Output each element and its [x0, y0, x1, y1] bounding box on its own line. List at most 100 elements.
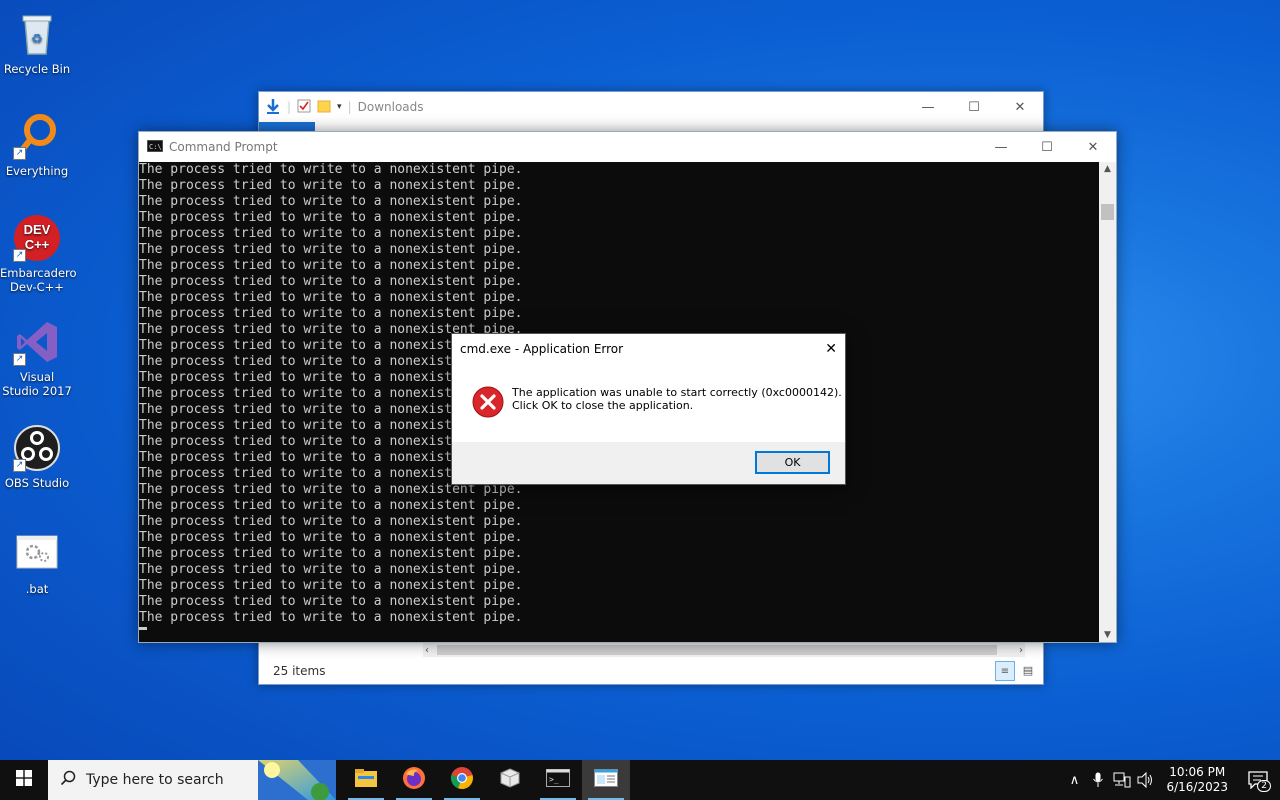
file-explorer-icon — [354, 768, 378, 792]
shortcut-arrow-icon: ↗ — [13, 353, 26, 366]
taskbar-app-file-explorer[interactable] — [342, 760, 390, 800]
console-line: The process tried to write to a nonexist… — [139, 242, 523, 257]
clock-time: 10:06 PM — [1169, 765, 1226, 779]
console-line: The process tried to write to a nonexist… — [139, 162, 523, 177]
taskbar: Type here to search >_ ∧ 10:06 PM 6/16/2… — [0, 760, 1280, 800]
search-icon — [60, 770, 76, 790]
error-message-line2: Click OK to close the application. — [512, 399, 694, 412]
chevron-up-icon[interactable]: ∧ — [1062, 760, 1086, 800]
command-prompt-icon: C:\ — [146, 139, 164, 155]
scroll-up-icon[interactable]: ▲ — [1104, 164, 1111, 174]
console-line: The process tried to write to a nonexist… — [139, 514, 523, 529]
item-count: 25 items — [273, 664, 326, 678]
minimize-button[interactable]: — — [905, 92, 951, 122]
shortcut-arrow-icon: ↗ — [13, 459, 26, 472]
desktop-icon-bat-file[interactable]: .bat — [0, 530, 74, 596]
large-icons-view-icon[interactable]: ▤ — [1019, 661, 1037, 679]
maximize-button[interactable]: ☐ — [1024, 132, 1070, 162]
scroll-right-icon[interactable]: › — [1019, 645, 1023, 656]
volume-icon[interactable] — [1134, 760, 1158, 800]
search-placeholder: Type here to search — [86, 772, 224, 788]
console-line: The process tried to write to a nonexist… — [139, 498, 523, 513]
svg-text:C++: C++ — [25, 237, 50, 252]
notification-center-icon[interactable]: 2 — [1236, 760, 1280, 800]
network-icon[interactable] — [1110, 760, 1134, 800]
system-tray: ∧ 10:06 PM 6/16/2023 2 — [1062, 760, 1280, 800]
firefox-icon — [402, 766, 426, 794]
taskbar-app-command-prompt[interactable]: >_ — [534, 760, 582, 800]
devcpp-icon: DEV C++ ↗ — [13, 214, 61, 262]
microphone-icon[interactable] — [1086, 760, 1110, 800]
command-prompt-icon: >_ — [546, 769, 570, 791]
clock-date: 6/16/2023 — [1166, 780, 1228, 794]
maximize-button[interactable]: ☐ — [951, 92, 997, 122]
console-line: The process tried to write to a nonexist… — [139, 274, 523, 289]
console-line: The process tried to write to a nonexist… — [139, 578, 523, 593]
desktop-icon-everything[interactable]: ↗ Everything — [0, 112, 74, 178]
dialog-title: cmd.exe - Application Error — [460, 342, 624, 356]
desktop-icon-devcpp[interactable]: DEV C++ ↗ Embarcadero Dev-C++ — [0, 214, 77, 294]
close-button[interactable]: ✕ — [997, 92, 1043, 122]
console-line: The process tried to write to a nonexist… — [139, 226, 523, 241]
chrome-icon — [450, 766, 474, 794]
desktop-icon-label: Everything — [5, 164, 69, 178]
cmd-title: Command Prompt — [169, 140, 278, 154]
taskbar-app-chrome[interactable] — [438, 760, 486, 800]
desktop-icon-recycle-bin[interactable]: ♻ Recycle Bin — [0, 10, 74, 76]
details-view-icon[interactable]: ≡ — [995, 661, 1015, 681]
console-line: The process tried to write to a nonexist… — [139, 562, 523, 577]
scrollbar-thumb[interactable] — [1101, 204, 1114, 220]
desktop-icon-label: .bat — [25, 582, 49, 596]
download-arrow-icon[interactable] — [265, 98, 281, 117]
scroll-left-icon[interactable]: ‹ — [425, 645, 429, 656]
desktop-icon-obs-studio[interactable]: ↗ OBS Studio — [0, 424, 74, 490]
desktop-icon-visual-studio[interactable]: ↗ Visual Studio 2017 — [0, 318, 74, 398]
package-box-icon — [499, 767, 521, 793]
dialog-close-button[interactable]: ✕ — [825, 341, 837, 357]
desktop-icon-label: Visual Studio 2017 — [2, 370, 72, 398]
dialog-titlebar[interactable]: cmd.exe - Application Error ✕ — [452, 334, 845, 364]
application-error-dialog[interactable]: cmd.exe - Application Error ✕ The applic… — [451, 333, 846, 485]
properties-check-icon[interactable] — [297, 99, 311, 116]
console-line: The process tried to write to a nonexist… — [139, 210, 523, 225]
console-line: The process tried to write to a nonexist… — [139, 546, 523, 561]
cmd-titlebar[interactable]: C:\ Command Prompt — ☐ ✕ — [139, 132, 1116, 162]
batch-file-icon — [13, 530, 61, 578]
close-button[interactable]: ✕ — [1070, 132, 1116, 162]
taskbar-app-firefox[interactable] — [390, 760, 438, 800]
new-folder-icon[interactable] — [317, 99, 331, 116]
application-window-icon — [594, 769, 618, 791]
everything-search-icon: ↗ — [13, 112, 61, 160]
chevron-down-icon[interactable]: ▾ — [337, 102, 342, 112]
explorer-titlebar[interactable]: | ▾ | Downloads — ☐ ✕ — [259, 92, 1043, 122]
error-message-line1: The application was unable to start corr… — [512, 386, 842, 399]
desktop-icon-label: OBS Studio — [4, 476, 70, 490]
taskbar-app-notepad[interactable] — [582, 760, 630, 800]
taskbar-app-package[interactable] — [486, 760, 534, 800]
console-line: The process tried to write to a nonexist… — [139, 530, 523, 545]
svg-text:>_: >_ — [549, 775, 559, 784]
scrollbar-thumb[interactable] — [437, 645, 997, 655]
taskbar-search-box[interactable]: Type here to search — [48, 760, 336, 800]
console-line: The process tried to write to a nonexist… — [139, 178, 523, 193]
console-line: The process tried to write to a nonexist… — [139, 194, 523, 209]
desktop-icon-label: Embarcadero Dev-C++ — [0, 266, 77, 294]
system-clock[interactable]: 10:06 PM 6/16/2023 — [1166, 765, 1228, 795]
vertical-scrollbar[interactable]: ▲ ▼ — [1099, 162, 1116, 642]
shortcut-arrow-icon: ↗ — [13, 249, 26, 262]
recycle-bin-icon: ♻ — [13, 10, 61, 58]
horizontal-scrollbar[interactable]: ‹ › — [423, 643, 1025, 657]
console-line: The process tried to write to a nonexist… — [139, 594, 523, 609]
explorer-title: Downloads — [357, 100, 424, 114]
search-highlight-image — [258, 760, 336, 800]
scroll-down-icon[interactable]: ▼ — [1104, 630, 1111, 640]
svg-text:DEV: DEV — [24, 222, 51, 237]
svg-text:♻: ♻ — [31, 32, 43, 47]
ok-button[interactable]: OK — [755, 451, 830, 474]
minimize-button[interactable]: — — [978, 132, 1024, 162]
console-line: The process tried to write to a nonexist… — [139, 258, 523, 273]
start-button[interactable] — [0, 760, 48, 800]
obs-studio-icon: ↗ — [13, 424, 61, 472]
explorer-status-bar: 25 items ≡ ▤ — [259, 658, 1043, 684]
console-line: The process tried to write to a nonexist… — [139, 306, 523, 321]
